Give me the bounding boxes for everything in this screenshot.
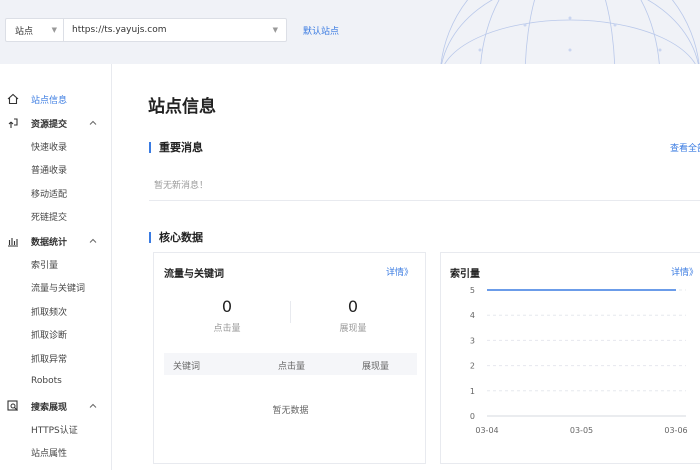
sidebar-group-search-display[interactable]: 搜索展现: [0, 395, 112, 417]
sidebar-item-label: 索引量: [31, 260, 59, 271]
sidebar-group-data-stats[interactable]: 数据统计: [0, 230, 112, 252]
chevron-up-icon: [89, 238, 97, 243]
search-display-icon: [6, 399, 20, 413]
sidebar-group-label: 搜索展现: [31, 402, 68, 413]
sidebar-item-label: 移动适配: [31, 189, 68, 200]
y-tick-label: 1: [470, 387, 475, 396]
card-title: 流量与关键词: [164, 269, 224, 280]
divider: [149, 200, 700, 201]
sidebar-item-crawl-diag[interactable]: 抓取诊断: [0, 323, 112, 345]
clicks-label: 点击量: [213, 324, 241, 334]
column-header-clicks: 点击量: [278, 362, 306, 372]
index-volume-chart: 0 1 2 3 4 5 03-04 03-05 03-06: [470, 286, 688, 435]
section-bar: [149, 141, 151, 153]
view-all-link[interactable]: 查看全部: [670, 141, 700, 154]
sidebar-item-label: 抓取频次: [31, 307, 68, 318]
y-tick-label: 3: [470, 336, 475, 345]
sidebar-group-resource-submit[interactable]: 资源提交: [0, 112, 112, 134]
site-type-label: 站点: [15, 26, 34, 37]
sidebar-item-label: 站点属性: [31, 448, 68, 459]
sidebar-group-label: 数据统计: [31, 237, 68, 248]
sidebar-item-mobile-adapt[interactable]: 移动适配: [0, 182, 112, 204]
y-tick-label: 2: [470, 362, 475, 371]
sidebar-item-label: 快速收录: [31, 142, 68, 153]
home-icon: [6, 92, 20, 106]
sidebar-item-label: 抓取诊断: [31, 330, 68, 341]
sidebar-item-label: 普通收录: [31, 165, 68, 176]
site-selector[interactable]: 站点 ▼ https://ts.yayujs.com ▼: [5, 18, 287, 42]
main-content: 站点信息 重要消息 查看全部 暂无新消息！ 核心数据 流量与关键词 详情》 0 …: [113, 64, 700, 470]
sidebar-item-quick-index[interactable]: 快速收录: [0, 135, 112, 157]
sidebar-item-crawl-error[interactable]: 抓取异常: [0, 347, 112, 369]
impressions-label: 展现量: [339, 324, 367, 334]
sidebar-item-traffic-keywords[interactable]: 流量与关键词: [0, 276, 112, 298]
traffic-keywords-card: 流量与关键词 详情》 0 点击量 0 展现量 关键词 点击量 展现量 暂无数据: [153, 252, 426, 464]
site-url-value: https://ts.yayujs.com: [72, 25, 167, 35]
chevron-up-icon: [89, 403, 97, 408]
section-title: 核心数据: [159, 231, 203, 244]
site-url-dropdown[interactable]: https://ts.yayujs.com ▼: [64, 19, 286, 41]
sidebar-item-label: HTTPS认证: [31, 425, 78, 436]
sidebar-group-label: 资源提交: [31, 119, 68, 130]
index-volume-card: 索引量 详情》 0 1 2 3 4 5 03-04 03-05 03-06: [440, 252, 700, 464]
sidebar-item-https-auth[interactable]: HTTPS认证: [0, 418, 112, 440]
impressions-value: 0: [347, 297, 359, 316]
upload-icon: [6, 116, 20, 130]
section-title: 重要消息: [159, 141, 203, 154]
sidebar-item-index-volume[interactable]: 索引量: [0, 253, 112, 275]
top-header: 站点 ▼ https://ts.yayujs.com ▼ 默认站点: [0, 0, 700, 64]
site-type-dropdown[interactable]: 站点 ▼: [6, 19, 64, 41]
no-data-text: 暂无数据: [272, 406, 309, 416]
section-core-data: 核心数据: [149, 229, 203, 245]
chevron-down-icon: ▼: [272, 26, 278, 34]
sidebar-item-normal-index[interactable]: 普通收录: [0, 158, 112, 180]
chevron-up-icon: [89, 120, 97, 125]
sidebar-item-site-info[interactable]: 站点信息: [0, 88, 112, 110]
stat-divider: [290, 301, 291, 323]
sidebar-item-dead-link[interactable]: 死链提交: [0, 205, 112, 227]
default-site-link[interactable]: 默认站点: [303, 24, 339, 37]
column-header-impressions: 展现量: [362, 362, 390, 372]
section-important-msgs: 重要消息: [149, 139, 203, 155]
clicks-value: 0: [221, 297, 233, 316]
sidebar-item-label: 抓取异常: [31, 354, 68, 365]
sidebar-item-label: Robots: [31, 376, 62, 386]
y-tick-label: 0: [470, 412, 475, 421]
sidebar-item-label: 站点信息: [31, 95, 68, 106]
column-header-keyword: 关键词: [173, 362, 201, 372]
y-tick-label: 4: [470, 311, 475, 320]
sidebar: 站点信息 资源提交 快速收录 普通收录 移动适配 死链提交 数据统计 索引量 流…: [0, 64, 112, 470]
x-tick-label: 03-04: [475, 426, 498, 435]
section-bar: [149, 231, 151, 243]
sidebar-item-label: 死链提交: [31, 212, 68, 223]
sidebar-item-crawl-freq[interactable]: 抓取频次: [0, 300, 112, 322]
no-messages-text: 暂无新消息！: [154, 181, 209, 191]
detail-link[interactable]: 详情》: [386, 265, 413, 278]
sidebar-item-robots[interactable]: Robots: [0, 370, 112, 392]
x-tick-label: 03-06: [664, 426, 687, 435]
sidebar-item-label: 流量与关键词: [31, 283, 86, 294]
globe-decoration: [440, 0, 700, 64]
chevron-down-icon: ▼: [51, 26, 57, 34]
y-tick-label: 5: [470, 286, 475, 295]
bar-chart-icon: [6, 234, 20, 248]
sidebar-item-site-props[interactable]: 站点属性: [0, 441, 112, 463]
page-title: 站点信息: [148, 97, 216, 117]
x-tick-label: 03-05: [570, 426, 593, 435]
keywords-table-header: 关键词 点击量 展现量: [164, 353, 417, 375]
